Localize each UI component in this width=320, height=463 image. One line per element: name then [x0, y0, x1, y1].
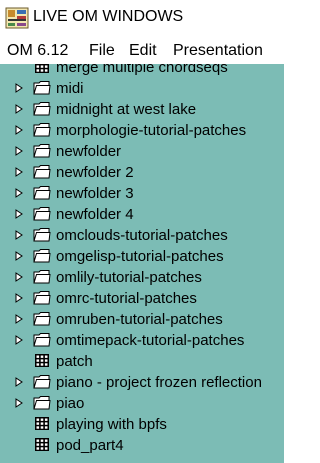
menu-presentation[interactable]: Presentation — [173, 41, 263, 61]
item-label: piao — [56, 395, 85, 412]
folder-icon — [33, 144, 51, 158]
patch-row[interactable]: playing with bpfs — [0, 415, 284, 436]
item-label: omtimepack-tutorial-patches — [56, 332, 245, 349]
item-label: morphologie-tutorial-patches — [56, 122, 247, 139]
item-label: omgelisp-tutorial-patches — [56, 248, 224, 265]
expand-triangle-icon[interactable] — [15, 230, 23, 240]
folder-row[interactable]: omrc-tutorial-patches — [0, 289, 284, 310]
folder-icon — [33, 249, 51, 263]
folder-icon — [33, 165, 51, 179]
folder-row[interactable]: newfolder 3 — [0, 184, 284, 205]
folder-row[interactable]: newfolder 2 — [0, 163, 284, 184]
menu-edit[interactable]: Edit — [129, 41, 157, 61]
expand-triangle-icon[interactable] — [15, 209, 23, 219]
folder-icon — [33, 396, 51, 410]
title-bar: LIVE OM WINDOWS — [0, 0, 284, 36]
expand-triangle-icon[interactable] — [15, 167, 23, 177]
folder-icon — [33, 333, 51, 347]
item-label: omruben-tutorial-patches — [56, 311, 223, 328]
file-browser-list[interactable]: merge multiple chordseqs midi midnight at … — [0, 64, 284, 463]
item-label: merge multiple chordseqs — [56, 64, 228, 76]
expand-triangle-icon[interactable] — [15, 272, 23, 282]
item-label: pod_part4 — [56, 437, 124, 454]
folder-row[interactable]: piao — [0, 394, 284, 415]
folder-icon — [33, 270, 51, 284]
patch-grid-icon — [35, 417, 49, 430]
folder-icon — [33, 375, 51, 389]
item-label: omclouds-tutorial-patches — [56, 227, 228, 244]
folder-row[interactable]: omtimepack-tutorial-patches — [0, 331, 284, 352]
patch-row[interactable]: pod_part4 — [0, 436, 284, 457]
menu-om[interactable]: OM 6.12 — [7, 41, 68, 61]
folder-row[interactable]: omruben-tutorial-patches — [0, 310, 284, 331]
patch-row[interactable]: patch — [0, 352, 284, 373]
folder-row[interactable]: newfolder 4 — [0, 205, 284, 226]
folder-row[interactable]: midi — [0, 79, 284, 100]
folder-row[interactable]: omgelisp-tutorial-patches — [0, 247, 284, 268]
folder-row[interactable]: midnight at west lake — [0, 100, 284, 121]
expand-triangle-icon[interactable] — [15, 188, 23, 198]
patch-grid-icon — [35, 438, 49, 451]
item-label: playing with bpfs — [56, 416, 167, 433]
folder-icon — [33, 186, 51, 200]
folder-icon — [33, 123, 51, 137]
expand-triangle-icon[interactable] — [15, 398, 23, 408]
item-label: piano - project frozen reflection — [56, 374, 262, 391]
expand-triangle-icon[interactable] — [15, 104, 23, 114]
patch-row[interactable]: merge multiple chordseqs — [0, 64, 284, 79]
item-label: omrc-tutorial-patches — [56, 290, 197, 307]
item-label: omlily-tutorial-patches — [56, 269, 202, 286]
folder-icon — [33, 207, 51, 221]
item-label: patch — [56, 353, 93, 370]
item-label: newfolder 2 — [56, 164, 134, 181]
expand-triangle-icon[interactable] — [15, 83, 23, 93]
item-label: midi — [56, 80, 84, 97]
folder-row[interactable]: piano - project frozen reflection — [0, 373, 284, 394]
folder-icon — [33, 228, 51, 242]
expand-triangle-icon[interactable] — [15, 293, 23, 303]
expand-triangle-icon[interactable] — [15, 251, 23, 261]
menu-bar: OM 6.12 File Edit Presentation — [0, 36, 284, 64]
folder-row[interactable]: omlily-tutorial-patches — [0, 268, 284, 289]
folder-row[interactable]: omclouds-tutorial-patches — [0, 226, 284, 247]
patch-grid-icon — [35, 354, 49, 367]
folder-icon — [33, 81, 51, 95]
item-label: midnight at west lake — [56, 101, 197, 118]
expand-triangle-icon[interactable] — [15, 377, 23, 387]
window-title: LIVE OM WINDOWS — [33, 8, 184, 25]
expand-triangle-icon[interactable] — [15, 146, 23, 156]
expand-triangle-icon[interactable] — [15, 125, 23, 135]
folder-icon — [33, 312, 51, 326]
folder-row[interactable]: newfolder — [0, 142, 284, 163]
patch-grid-icon — [35, 64, 49, 73]
item-label: newfolder 3 — [56, 185, 134, 202]
menu-file[interactable]: File — [89, 41, 115, 61]
expand-triangle-icon[interactable] — [15, 335, 23, 345]
folder-icon — [33, 291, 51, 305]
openmusic-app-icon — [5, 7, 29, 29]
folder-icon — [33, 102, 51, 116]
item-label: newfolder 4 — [56, 206, 134, 223]
item-label: newfolder — [56, 143, 122, 160]
folder-row[interactable]: morphologie-tutorial-patches — [0, 121, 284, 142]
expand-triangle-icon[interactable] — [15, 314, 23, 324]
